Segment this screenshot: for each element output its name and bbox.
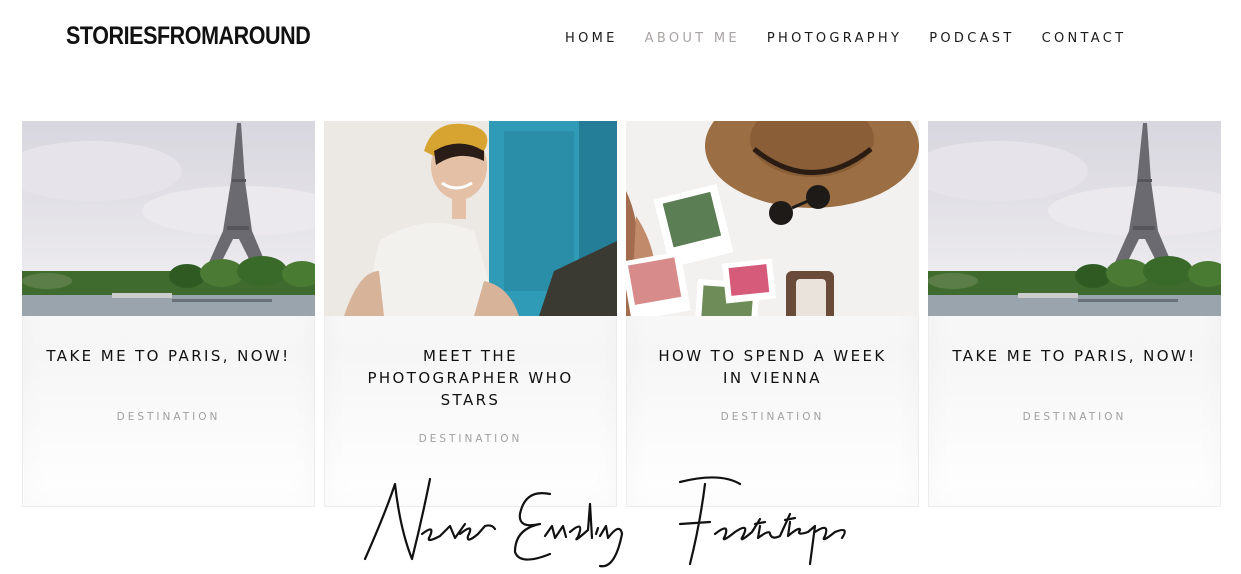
nav-photography[interactable]: PHOTOGRAPHY [767,31,902,46]
post-title[interactable]: TAKE ME TO PARIS, NOW! [43,345,294,367]
post-title[interactable]: MEET THE PHOTOGRAPHER WHO STARS [345,345,596,411]
post-category[interactable]: DESTINATION [23,411,314,423]
hat-and-polaroids-photo[interactable] [626,121,919,316]
post-card-paris-2[interactable]: TAKE ME TO PARIS, NOW! DESTINATION [928,121,1221,507]
nav-about-me[interactable]: ABOUT ME [645,31,740,46]
smiling-woman-photo[interactable] [324,121,617,316]
nav-contact[interactable]: CONTACT [1042,31,1127,46]
eiffel-tower-photo[interactable] [22,121,315,316]
post-card-vienna[interactable]: HOW TO SPEND A WEEK IN VIENNA DESTINATIO… [626,121,919,507]
post-category[interactable]: DESTINATION [325,433,616,445]
post-title[interactable]: HOW TO SPEND A WEEK IN VIENNA [647,345,898,389]
post-card-paris[interactable]: TAKE ME TO PARIS, NOW! DESTINATION [22,121,315,507]
post-category[interactable]: DESTINATION [627,411,918,423]
eiffel-tower-photo[interactable] [928,121,1221,316]
nav-home[interactable]: HOME [565,31,618,46]
site-logo[interactable]: STORIESFROMAROUND [66,22,311,51]
main-nav: HOME ABOUT ME PHOTOGRAPHY PODCAST CONTAC… [565,31,1153,46]
nav-podcast[interactable]: PODCAST [929,31,1014,46]
script-title-signature [360,474,880,573]
post-card-photographer[interactable]: MEET THE PHOTOGRAPHER WHO STARS DESTINAT… [324,121,617,507]
post-title[interactable]: TAKE ME TO PARIS, NOW! [949,345,1200,367]
post-category[interactable]: DESTINATION [929,411,1220,423]
